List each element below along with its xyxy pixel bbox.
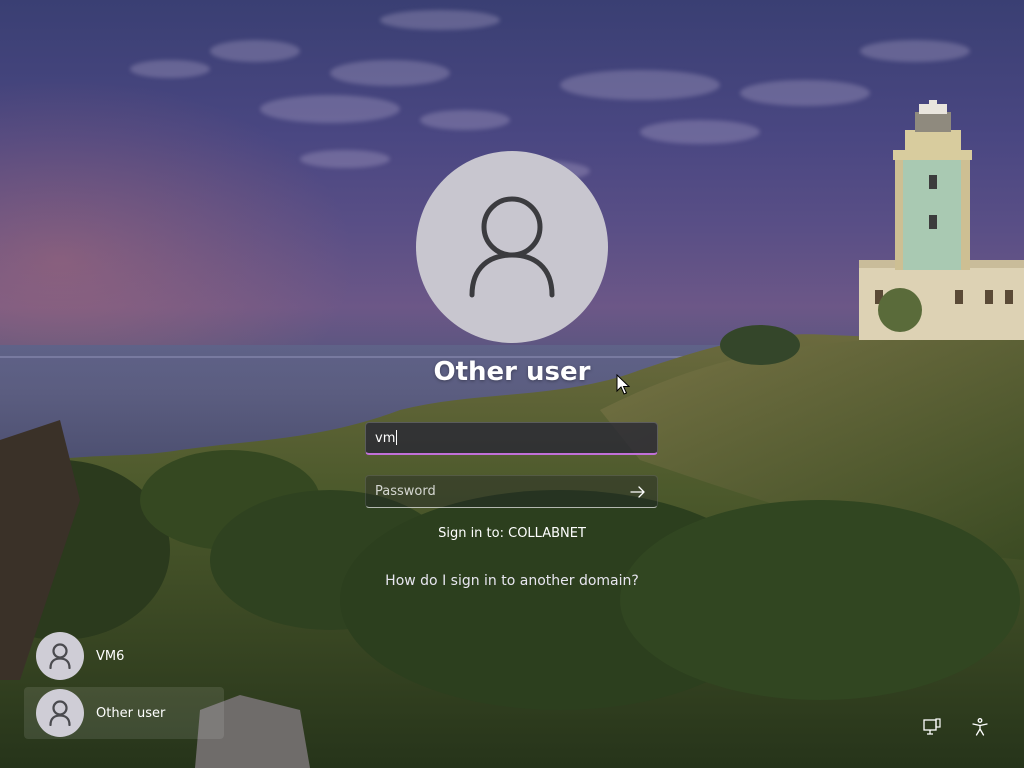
user-silhouette-icon xyxy=(49,700,71,726)
user-tile-other-user[interactable]: Other user xyxy=(24,687,224,739)
user-silhouette-icon xyxy=(469,196,555,298)
lighthouse xyxy=(859,100,1024,340)
user-tile-label: VM6 xyxy=(96,648,125,664)
network-icon xyxy=(923,718,941,735)
username-value: vm xyxy=(375,431,396,446)
mouse-cursor-icon xyxy=(616,374,630,395)
arrow-right-icon xyxy=(630,485,645,498)
user-avatar xyxy=(416,151,608,343)
network-button[interactable] xyxy=(920,715,944,739)
sign-in-domain-text: Sign in to: COLLABNET xyxy=(438,526,586,541)
user-tile-label: Other user xyxy=(96,705,166,721)
user-tile-vm6[interactable]: VM6 xyxy=(24,630,224,682)
accessibility-button[interactable] xyxy=(968,715,992,739)
page-title: Other user xyxy=(433,357,591,387)
username-field[interactable]: vm xyxy=(365,422,658,455)
lock-screen: Other user vm Password Sign in to: COLLA… xyxy=(0,0,1024,768)
accessibility-icon xyxy=(972,718,988,736)
submit-button[interactable] xyxy=(629,483,647,501)
password-placeholder: Password xyxy=(375,484,436,499)
domain-help-link[interactable]: How do I sign in to another domain? xyxy=(312,573,712,589)
password-field[interactable]: Password xyxy=(365,475,658,508)
user-silhouette-icon xyxy=(49,643,71,669)
user-tile-avatar xyxy=(36,689,84,737)
user-tile-avatar xyxy=(36,632,84,680)
